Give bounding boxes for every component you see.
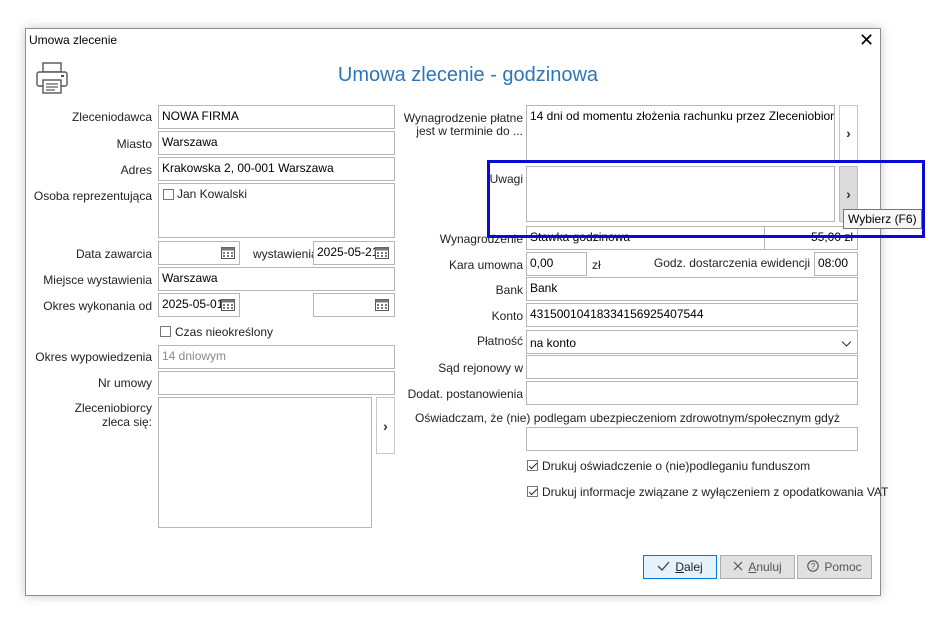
dodat-label: Dodat. postanowienia <box>407 387 523 401</box>
kara-currency: zł <box>592 258 601 272</box>
zleceniodawca-label: Zleceniodawca <box>71 110 152 124</box>
oswiadczam-field[interactable] <box>526 427 858 451</box>
okres-label: Okres wykonania od <box>43 299 152 313</box>
anuluj-label: Anuluj <box>748 560 782 574</box>
zlecane-label: zleca się: <box>101 415 152 429</box>
wynagrodzenie-platne-value: 14 dni od momentu złożenia rachunku prze… <box>530 109 835 123</box>
zlecane-label: Zleceniobiorcy <box>74 401 152 415</box>
dalej-button[interactable]: Dalej <box>643 555 717 579</box>
oswiadczam-label: Oświadczam, że (nie) podlegam ubezpiecze… <box>415 411 840 425</box>
godz-field[interactable]: 08:00 <box>814 252 858 276</box>
close-icon[interactable]: ✕ <box>859 31 874 49</box>
czas-nieokreslony-label: Czas nieokreślony <box>175 325 274 339</box>
miejsce-label: Miejsce wystawienia <box>43 273 152 287</box>
zlecane-select-button[interactable]: › <box>376 397 395 454</box>
wypowiedzenia-field[interactable]: 14 dniowym <box>158 345 395 369</box>
svg-text:?: ? <box>811 562 816 571</box>
osoba-checkbox[interactable] <box>163 189 174 200</box>
osoba-label: Osoba reprezentująca <box>33 189 152 203</box>
godz-label: Godz. dostarczenia ewidencji <box>653 256 810 270</box>
calendar-icon[interactable] <box>372 295 392 315</box>
drukuj-oswiadczenie-checkbox[interactable] <box>527 460 538 471</box>
data-zawarcia-label: Data zawarcia <box>75 247 152 261</box>
adres-field[interactable]: Krakowska 2, 00-001 Warszawa <box>158 157 395 181</box>
drukuj-vat-checkbox[interactable] <box>527 486 538 497</box>
calendar-icon[interactable] <box>218 295 238 315</box>
miejsce-field[interactable]: Warszawa <box>158 267 395 291</box>
page-title: Umowa zlecenie - godzinowa <box>337 64 599 86</box>
miasto-label: Miasto <box>116 137 152 151</box>
bank-field[interactable]: Bank <box>526 277 858 301</box>
nr-umowy-field[interactable] <box>158 371 395 395</box>
bank-label: Bank <box>495 283 523 297</box>
close-icon <box>733 560 743 574</box>
osoba-item: Jan Kowalski <box>177 187 248 201</box>
kara-field[interactable]: 0,00 <box>526 252 587 276</box>
zleceniodawca-field[interactable]: NOWA FIRMA <box>158 105 395 129</box>
highlight-box <box>487 160 925 238</box>
zlecane-textarea[interactable] <box>158 397 372 528</box>
chevron-right-icon: › <box>383 417 388 434</box>
chevron-down-icon[interactable] <box>841 337 852 351</box>
platnosc-label: Płatność <box>476 334 523 348</box>
chevron-right-icon: › <box>846 125 851 141</box>
drukuj-oswiadczenie-label: Drukuj oświadczenie o (nie)podleganiu fu… <box>542 459 811 473</box>
wynagrodzenie-platne-textarea[interactable]: 14 dni od momentu złożenia rachunku prze… <box>526 105 835 161</box>
dodat-field[interactable] <box>526 381 858 405</box>
nr-umowy-label: Nr umowy <box>97 376 152 390</box>
anuluj-button[interactable]: Anuluj <box>720 555 795 579</box>
konto-field[interactable]: 43150010418334156925407544 <box>526 303 858 327</box>
wystawienia-label: wystawienia <box>253 247 318 261</box>
pomoc-label: Pomoc <box>824 560 862 574</box>
platnosc-select[interactable]: na konto <box>526 330 858 354</box>
wypowiedzenia-label: Okres wypowiedzenia <box>35 350 152 364</box>
konto-label: Konto <box>491 309 523 323</box>
wynagrodzenie-platne-select-button[interactable]: › <box>839 105 858 161</box>
adres-label: Adres <box>120 163 152 177</box>
sad-field[interactable] <box>526 355 858 379</box>
help-icon: ? <box>807 559 820 575</box>
miasto-field[interactable]: Warszawa <box>158 131 395 155</box>
calendar-icon[interactable] <box>372 243 392 263</box>
sad-label: Sąd rejonowy w <box>438 361 523 375</box>
dalej-label: Dalej <box>675 560 703 574</box>
kara-label: Kara umowna <box>448 258 523 272</box>
czas-nieokreslony-checkbox[interactable] <box>160 326 171 337</box>
wynagrodzenie-platne-label: jest w terminie do ... <box>416 124 523 138</box>
drukuj-vat-label: Drukuj informacje związane z wyłączeniem… <box>542 485 889 499</box>
pomoc-button[interactable]: ? Pomoc <box>797 555 872 579</box>
wynagrodzenie-platne-label: Wynagrodzenie płatne <box>403 111 523 125</box>
window-title: Umowa zlecenie <box>29 33 118 47</box>
calendar-icon[interactable] <box>218 243 238 263</box>
check-icon <box>657 560 670 574</box>
